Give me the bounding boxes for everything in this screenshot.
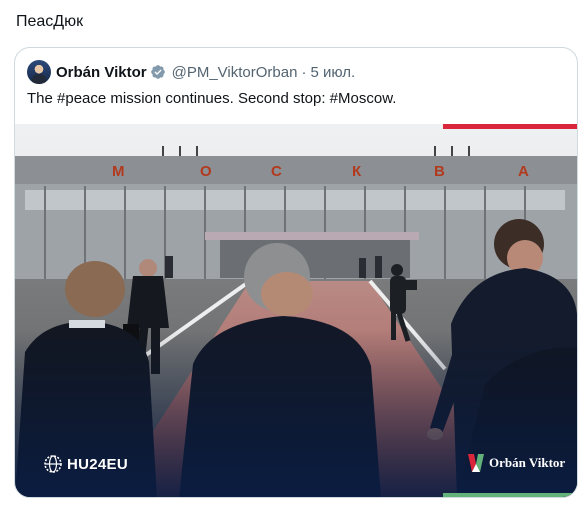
- hu24eu-label: HU24EU: [67, 455, 128, 473]
- tweet-photo[interactable]: М О С К В А: [15, 124, 577, 497]
- quoted-tweet-card[interactable]: Orbán Viktor @PM_ViktorOrban · 5 июл. Th…: [14, 47, 578, 498]
- tweet-date[interactable]: 5 июл.: [310, 64, 355, 81]
- photo-scene: М О С К В А: [15, 124, 577, 497]
- post-text: ПеасДюк: [16, 13, 84, 30]
- quoted-tweet-text: The #peace mission continues. Second sto…: [27, 90, 397, 107]
- quoted-tweet-header: Orbán Viktor @PM_ViktorOrban · 5 июл.: [27, 60, 355, 84]
- hu24eu-logo: HU24EU: [43, 454, 128, 474]
- separator-dot: ·: [301, 63, 307, 81]
- globe-icon: [44, 455, 62, 473]
- author-avatar[interactable]: [27, 60, 51, 84]
- accent-green-bar: [443, 493, 577, 497]
- author-name[interactable]: Orbán Viktor: [56, 64, 147, 81]
- orban-viktor-logo: Orbán Viktor: [468, 454, 565, 472]
- author-handle[interactable]: @PM_ViktorOrban: [172, 64, 298, 81]
- flag-v-icon: [468, 454, 484, 472]
- verified-badge-icon: [150, 65, 165, 79]
- orban-viktor-label: Orbán Viktor: [489, 455, 566, 470]
